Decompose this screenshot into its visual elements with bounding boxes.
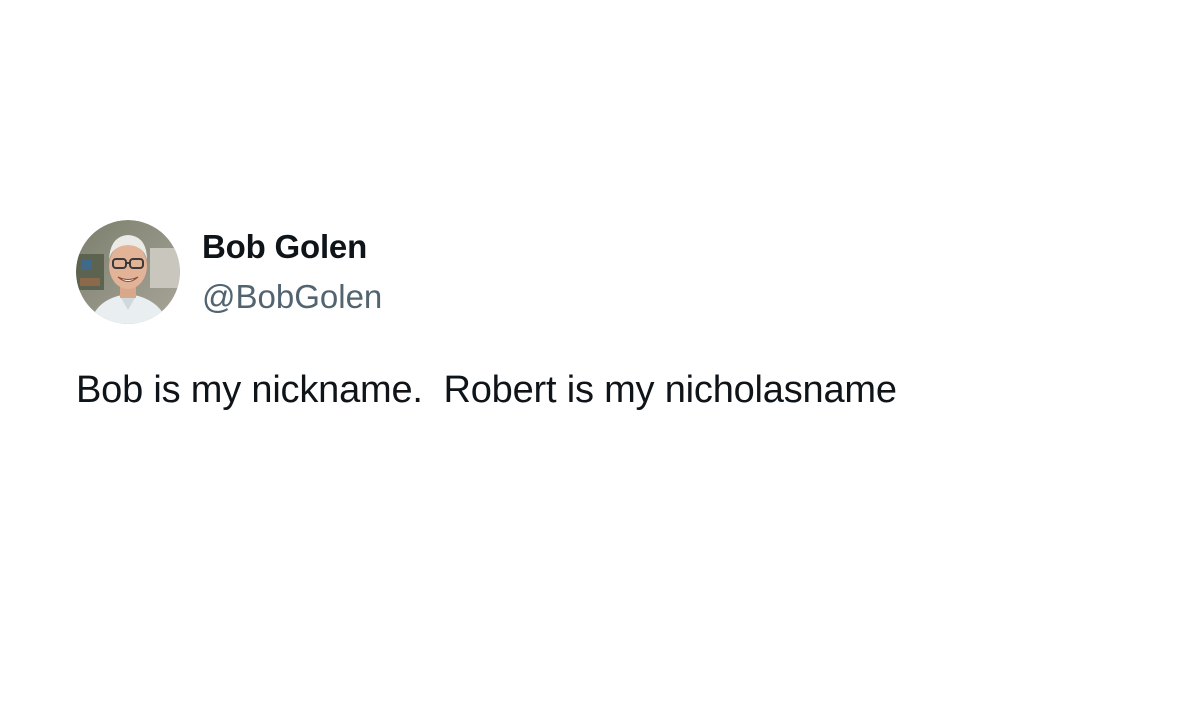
tweet-header: Bob Golen @BobGolen bbox=[76, 218, 1116, 326]
author-display-name[interactable]: Bob Golen bbox=[202, 227, 382, 267]
tweet-text: Bob is my nickname. Robert is my nichola… bbox=[76, 369, 897, 411]
author-handle[interactable]: @BobGolen bbox=[202, 277, 382, 317]
tweet-card: Bob Golen @BobGolen Bob is my nickname. … bbox=[76, 218, 1116, 414]
author-info: Bob Golen @BobGolen bbox=[202, 227, 382, 317]
avatar-photo bbox=[76, 220, 180, 324]
avatar[interactable] bbox=[76, 220, 180, 324]
